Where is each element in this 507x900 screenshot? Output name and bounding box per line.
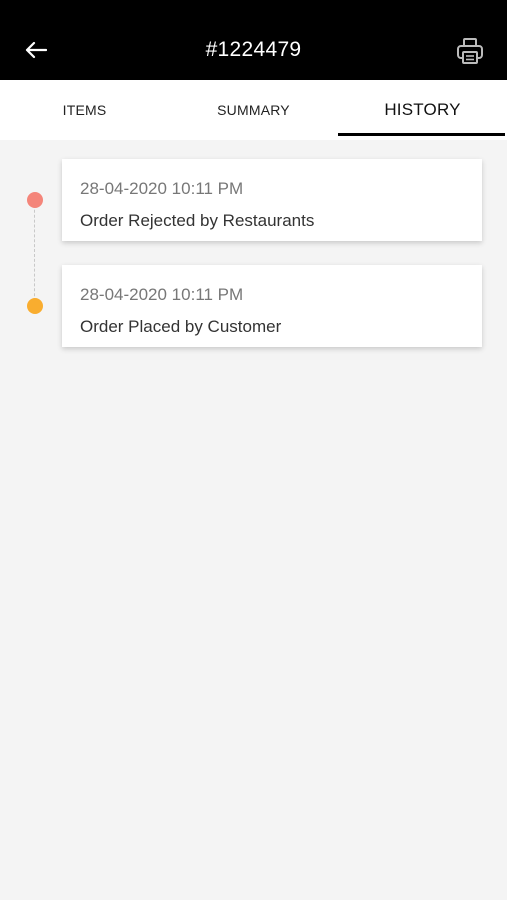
tab-bar: ITEMS SUMMARY HISTORY [0, 80, 507, 140]
app-header: #1224479 [0, 0, 507, 80]
tab-items[interactable]: ITEMS [0, 80, 169, 140]
history-timestamp: 28-04-2020 10:11 PM [80, 285, 244, 304]
printer-icon [456, 37, 484, 70]
tab-history[interactable]: HISTORY [338, 80, 507, 140]
tab-summary[interactable]: SUMMARY [169, 80, 338, 140]
history-status: Order Placed by Customer [80, 317, 282, 336]
order-number-title: #1224479 [205, 38, 302, 61]
timeline-dot-rejected [27, 192, 43, 208]
history-timestamp: 28-04-2020 10:11 PM [80, 179, 244, 198]
print-button[interactable] [452, 36, 488, 70]
history-card-placed: 28-04-2020 10:11 PM Order Placed by Cust… [62, 265, 482, 347]
timeline-connector [34, 200, 35, 306]
history-status: Order Rejected by Restaurants [80, 211, 315, 230]
timeline-dot-placed [27, 298, 43, 314]
history-card-rejected: 28-04-2020 10:11 PM Order Rejected by Re… [62, 159, 482, 241]
